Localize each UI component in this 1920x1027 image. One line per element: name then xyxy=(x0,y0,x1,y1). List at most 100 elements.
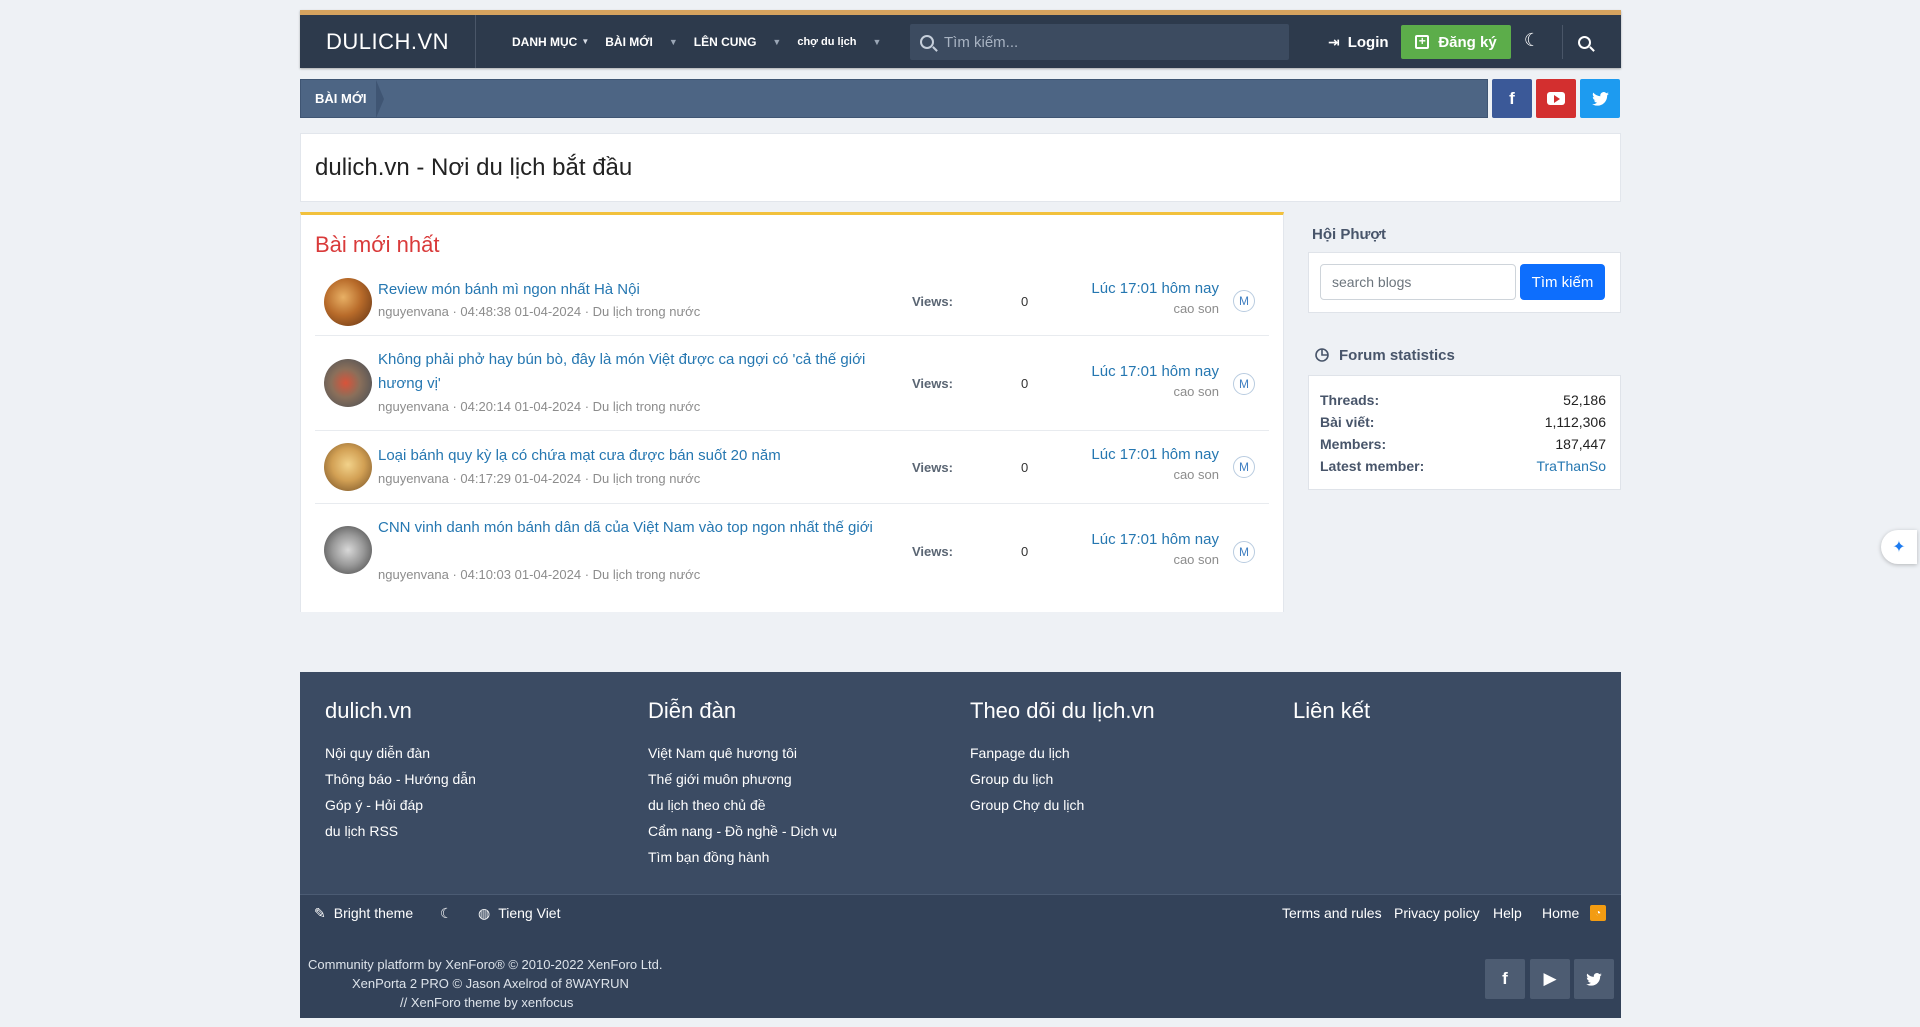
last-post-time[interactable]: Lúc 17:01 hôm nay xyxy=(1091,446,1219,463)
views-value: 0 xyxy=(1021,544,1029,559)
footer-bar: ✎ Bright theme ☾ ◍ Tieng Viet Terms and … xyxy=(300,894,1621,930)
copyright-xenforo[interactable]: Community platform by XenForo® © 2010-20… xyxy=(308,957,662,972)
globe-icon: ◍ xyxy=(478,904,491,921)
user-avatar-badge[interactable]: M xyxy=(1233,290,1255,312)
language-chooser[interactable]: ◍ Tieng Viet xyxy=(478,895,560,931)
privacy-link[interactable]: Privacy policy xyxy=(1394,895,1480,931)
thread-avatar[interactable] xyxy=(324,278,372,326)
last-post-user[interactable]: cao son xyxy=(1091,552,1219,567)
last-post: Lúc 17:01 hôm nay cao son xyxy=(1091,363,1219,399)
footer-link[interactable]: du lịch RSS xyxy=(325,818,625,844)
copyright-theme[interactable]: // XenForo theme by xenfocus xyxy=(400,995,573,1010)
footer-link[interactable]: Việt Nam quê hương tôi xyxy=(648,740,948,766)
footer-link[interactable]: Tìm bạn đồng hành xyxy=(648,844,948,870)
thread-title[interactable]: Review món bánh mì ngon nhất Hà Nội xyxy=(378,278,898,302)
youtube-icon[interactable] xyxy=(1536,79,1576,118)
accessibility-float-icon[interactable]: ✦ xyxy=(1881,530,1917,564)
forum-stats-widget: Forum statistics Threads: 52,186 Bài viết… xyxy=(1308,345,1621,490)
thread-meta: nguyenvana · 04:48:38 01-04-2024 · Du lị… xyxy=(378,304,701,319)
thread-row: CNN vinh danh món bánh dân dã của Việt N… xyxy=(315,504,1269,599)
footer-link[interactable]: du lịch theo chủ đề xyxy=(648,792,948,818)
breadcrumb-item[interactable]: BÀI MỚI xyxy=(301,80,384,118)
footer-link[interactable]: Góp ý - Hỏi đáp xyxy=(325,792,625,818)
login-button[interactable]: ⇥ Login xyxy=(1316,25,1401,59)
last-post: Lúc 17:01 hôm nay cao son xyxy=(1091,280,1219,316)
stat-latest-member: Latest member: TraThanSo xyxy=(1309,455,1620,477)
stats-heading-row: Forum statistics xyxy=(1308,345,1621,365)
blog-search-box: search blogs Tìm kiếm xyxy=(1308,252,1621,313)
last-post-time[interactable]: Lúc 17:01 hôm nay xyxy=(1091,363,1219,380)
blog-search-button[interactable]: Tìm kiếm xyxy=(1520,264,1605,300)
latest-member-link[interactable]: TraThanSo xyxy=(1536,455,1606,477)
dark-mode-toggle-icon[interactable]: ☾ xyxy=(1521,30,1543,52)
last-post-time[interactable]: Lúc 17:01 hôm nay xyxy=(1091,531,1219,548)
views-value: 0 xyxy=(1021,294,1029,309)
footer-link[interactable]: Group Chợ du lịch xyxy=(970,792,1270,818)
terms-link[interactable]: Terms and rules xyxy=(1282,895,1382,931)
footer-col-dulich: dulich.vn Nội quy diễn đàn Thông báo - H… xyxy=(325,698,625,844)
user-avatar-badge[interactable]: M xyxy=(1233,373,1255,395)
user-avatar-badge[interactable]: M xyxy=(1233,456,1255,478)
thread-row: Loại bánh quy kỳ lạ có chứa mạt cưa được… xyxy=(315,431,1269,504)
chevron-down-icon[interactable]: ▼ xyxy=(873,37,882,47)
latest-threads-block: Bài mới nhất Review món bánh mì ngon nhấ… xyxy=(300,212,1284,612)
youtube-icon[interactable]: ▶ xyxy=(1530,959,1570,999)
twitter-icon[interactable] xyxy=(1574,959,1614,999)
thread-title[interactable]: CNN vinh danh món bánh dân dã của Việt N… xyxy=(378,516,898,540)
views-label: Views: xyxy=(912,544,953,559)
stat-threads: Threads: 52,186 xyxy=(1320,392,1606,408)
facebook-icon[interactable]: f xyxy=(1492,79,1532,118)
last-post-user[interactable]: cao son xyxy=(1091,467,1219,482)
last-post-user[interactable]: cao son xyxy=(1091,301,1219,316)
thread-avatar[interactable] xyxy=(324,359,372,407)
facebook-icon[interactable]: f xyxy=(1485,959,1525,999)
footer-col-lien-ket: Liên kết xyxy=(1293,698,1371,723)
thread-title[interactable]: Không phải phở hay bún bò, đây là món Vi… xyxy=(378,348,898,396)
footer-copyright: Community platform by XenForo® © 2010-20… xyxy=(300,930,1621,1018)
last-post-user[interactable]: cao son xyxy=(1091,384,1219,399)
thread-avatar[interactable] xyxy=(324,526,372,574)
thread-title[interactable]: Loại bánh quy kỳ lạ có chứa mạt cưa được… xyxy=(378,444,898,468)
header-search-input[interactable]: Tìm kiếm... xyxy=(910,24,1289,60)
nav-len-cung[interactable]: LÊN CUNG ▼ xyxy=(694,35,782,49)
user-avatar-badge[interactable]: M xyxy=(1233,541,1255,563)
chevron-down-icon[interactable]: ▼ xyxy=(669,37,678,47)
views-label: Views: xyxy=(912,376,953,391)
last-post-time[interactable]: Lúc 17:01 hôm nay xyxy=(1091,280,1219,297)
rss-link[interactable]: ◔ xyxy=(1590,895,1606,931)
blog-search-widget: Hội Phượt search blogs Tìm kiếm xyxy=(1308,224,1621,313)
footer-link[interactable]: Cẩm nang - Đồ nghề - Dịch vụ xyxy=(648,818,948,844)
help-link[interactable]: Help xyxy=(1493,895,1522,931)
register-button[interactable]: + Đăng ký xyxy=(1401,25,1511,59)
caret-down-icon: ▼ xyxy=(581,37,590,46)
latest-heading: Bài mới nhất xyxy=(315,232,440,257)
last-post: Lúc 17:01 hôm nay cao son xyxy=(1091,446,1219,482)
home-link[interactable]: Home xyxy=(1542,895,1579,931)
last-post: Lúc 17:01 hôm nay cao son xyxy=(1091,531,1219,567)
sign-in-icon: ⇥ xyxy=(1328,33,1340,50)
nav-bai-moi[interactable]: BÀI MỚI ▼ xyxy=(605,35,678,49)
footer-link[interactable]: Group du lịch xyxy=(970,766,1270,792)
views-label: Views: xyxy=(912,294,953,309)
header-search-button[interactable] xyxy=(1562,25,1606,59)
breadcrumb-bar: BÀI MỚI f xyxy=(300,79,1621,118)
twitter-icon[interactable] xyxy=(1580,79,1620,118)
bright-theme-link[interactable]: ✎ Bright theme xyxy=(314,895,413,931)
thread-row: Review món bánh mì ngon nhất Hà Nội nguy… xyxy=(315,268,1269,336)
thread-row: Không phải phở hay bún bò, đây là món Vi… xyxy=(315,336,1269,431)
thread-avatar[interactable] xyxy=(324,443,372,491)
footer-link[interactable]: Thế giới muôn phương xyxy=(648,766,948,792)
footer-link[interactable]: Fanpage du lịch xyxy=(970,740,1270,766)
rss-icon: ◔ xyxy=(1590,905,1606,921)
copyright-xenporta[interactable]: XenPorta 2 PRO © Jason Axelrod of 8WAYRU… xyxy=(352,976,629,991)
nav-danh-muc[interactable]: DANH MỤC ▼ xyxy=(512,35,589,49)
moon-icon[interactable]: ☾ xyxy=(440,895,453,931)
nav-cho-du-lich[interactable]: chợ du lịch ▼ xyxy=(797,36,881,48)
chevron-down-icon[interactable]: ▼ xyxy=(772,37,781,47)
blog-search-input[interactable]: search blogs xyxy=(1320,264,1516,300)
site-logo[interactable]: DULICH.VN xyxy=(300,15,476,68)
footer-link[interactable]: Thông báo - Hướng dẫn xyxy=(325,766,625,792)
page-title: dulich.vn - Nơi du lịch bắt đầu xyxy=(315,153,633,181)
footer-link[interactable]: Nội quy diễn đàn xyxy=(325,740,625,766)
views-value: 0 xyxy=(1021,376,1029,391)
